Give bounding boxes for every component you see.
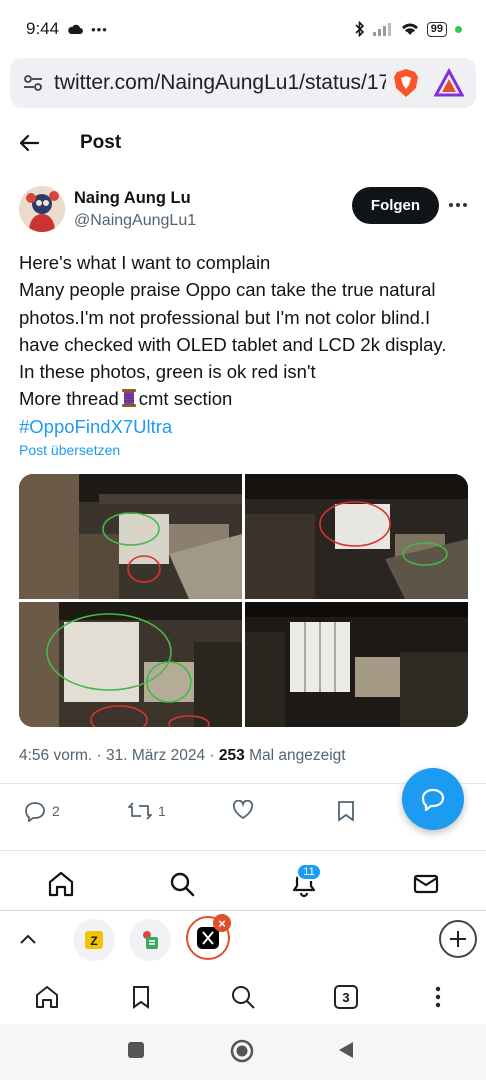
like-button[interactable]	[232, 800, 254, 820]
browser-toolbar: 3	[0, 972, 486, 1022]
wifi-icon	[401, 23, 418, 35]
tab-thumbnail-2[interactable]	[129, 919, 171, 961]
notifications-badge: 11	[296, 863, 322, 881]
tweet-line: More thread cmt section	[19, 385, 474, 412]
back-arrow-icon[interactable]	[18, 132, 40, 154]
tweet-meta: 4:56 vorm. · 31. März 2024 · 253 Mal ang…	[19, 747, 346, 765]
tweet-line: In these photos, green is ok red isn't	[19, 361, 316, 383]
recents-icon[interactable]	[126, 1040, 146, 1060]
battery-indicator: 99	[426, 21, 447, 37]
tweet-time[interactable]: 4:56 vorm.	[19, 747, 92, 764]
site-favicon: Z	[85, 931, 103, 949]
divider	[0, 910, 486, 911]
photo-2[interactable]	[245, 474, 468, 599]
photo-4[interactable]	[245, 602, 468, 727]
back-nav-icon[interactable]	[336, 1040, 356, 1060]
x-bottom-nav	[0, 857, 486, 909]
plus-icon	[450, 931, 466, 947]
status-time: 9:44	[26, 19, 60, 38]
new-tab-button[interactable]	[439, 920, 477, 958]
search-icon[interactable]	[168, 870, 196, 898]
avatar[interactable]	[19, 186, 65, 232]
tweet-line: have checked with OLED tablet and LCD 2k…	[19, 333, 447, 355]
url-text[interactable]: twitter.com/NaingAungLu1/status/177	[54, 71, 386, 95]
privacy-dot	[455, 25, 462, 33]
brave-rewards-icon[interactable]	[434, 68, 464, 98]
browser-menu-icon[interactable]	[425, 984, 451, 1010]
close-tab-icon[interactable]: ×	[213, 914, 231, 932]
more-options-icon[interactable]	[446, 194, 470, 216]
divider	[0, 850, 486, 851]
photo-1[interactable]	[19, 474, 242, 599]
tweet-line: Here's what I want to complain	[19, 252, 271, 273]
bookmark-button[interactable]	[337, 800, 355, 822]
cloud-icon	[68, 24, 84, 34]
meta-separator: ·	[92, 747, 107, 764]
tweet-body: Here's what I want to complain Many peop…	[19, 249, 474, 440]
home-icon[interactable]	[47, 870, 75, 898]
view-count: 253	[218, 747, 245, 764]
heart-icon	[232, 800, 254, 820]
tweet-line: photos.I'm not professional but I'm not …	[19, 306, 431, 328]
android-nav-bar	[0, 1024, 486, 1080]
follow-button[interactable]: Folgen	[352, 187, 439, 224]
signal-icon	[372, 23, 391, 36]
tweet-date[interactable]: 31. März 2024	[106, 747, 205, 764]
site-settings-icon[interactable]	[22, 73, 44, 93]
repost-icon	[128, 802, 152, 820]
tweet-line-text: More thread	[19, 388, 119, 410]
browser-home-icon[interactable]	[34, 984, 60, 1010]
chevron-up-icon[interactable]	[18, 932, 38, 946]
bookmark-icon	[338, 801, 354, 822]
photo-3[interactable]	[19, 602, 242, 727]
browser-bookmarks-icon[interactable]	[128, 984, 154, 1010]
browser-search-icon[interactable]	[230, 984, 256, 1010]
status-bar: 9:44 ••• 99	[0, 0, 486, 58]
tab-thumbnail-1[interactable]: Z	[73, 919, 115, 961]
bluetooth-icon	[355, 21, 364, 37]
browser-tab-strip: Z	[0, 912, 486, 970]
thread-spool-icon	[121, 389, 136, 408]
tab-switcher-button[interactable]: 3	[333, 984, 359, 1010]
reply-bubble-icon	[421, 788, 445, 811]
photo-grid	[19, 474, 468, 727]
messages-envelope-icon[interactable]	[412, 870, 440, 898]
author-handle[interactable]: @NaingAungLu1	[74, 212, 196, 230]
reply-button[interactable]: 2	[24, 800, 60, 822]
svg-text:Z: Z	[90, 934, 97, 948]
status-more: •••	[91, 21, 108, 37]
tweet-line: Many people praise Oppo can take the tru…	[19, 279, 436, 301]
reply-icon	[25, 802, 45, 822]
site-favicon	[143, 931, 158, 949]
hashtag-link[interactable]: #OppoFindX7Ultra	[19, 413, 474, 440]
tweet-line-text: cmt section	[138, 388, 233, 410]
x-logo-icon	[197, 927, 219, 949]
tab-count: 3	[334, 985, 358, 1009]
reply-count: 2	[52, 803, 60, 819]
repost-count: 1	[158, 803, 166, 819]
meta-separator: ·	[205, 747, 219, 764]
page-title: Post	[80, 132, 122, 153]
repost-button[interactable]: 1	[128, 800, 166, 822]
brave-shields-icon[interactable]	[392, 68, 420, 98]
page-header: Post	[0, 118, 486, 170]
compose-reply-fab[interactable]	[402, 768, 464, 830]
address-bar[interactable]: twitter.com/NaingAungLu1/status/177	[10, 58, 476, 108]
home-nav-icon[interactable]	[229, 1038, 255, 1064]
author-name[interactable]: Naing Aung Lu	[74, 189, 191, 208]
translate-link[interactable]: Post übersetzen	[19, 442, 120, 458]
view-label: Mal angezeigt	[244, 747, 346, 764]
